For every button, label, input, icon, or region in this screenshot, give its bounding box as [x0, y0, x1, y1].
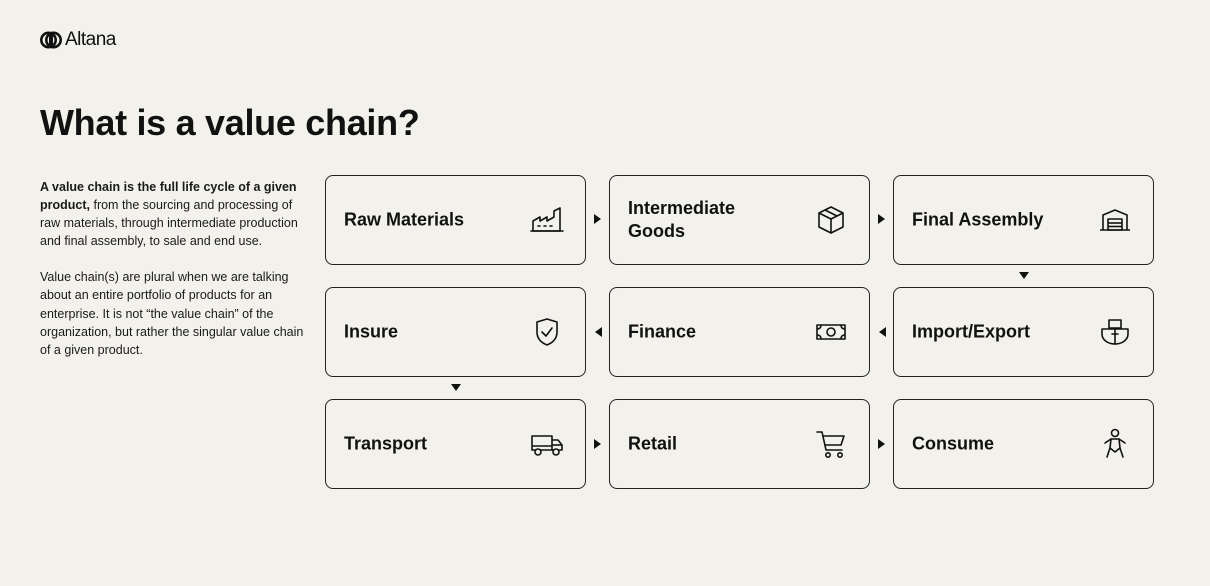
description-paragraph-1: A value chain is the full life cycle of … [40, 178, 305, 250]
step-label: Transport [344, 433, 428, 454]
person-icon [1097, 426, 1133, 462]
flow-arrow-left [879, 327, 886, 337]
step-label: Raw Materials [344, 209, 465, 230]
page-title: What is a value chain? [40, 102, 420, 143]
step-card-transport: Transport [325, 399, 586, 489]
ship-icon [1097, 314, 1133, 350]
step-card-final-assembly: Final Assembly [893, 175, 1154, 265]
altana-logo-icon [40, 31, 62, 49]
step-card-intermediate-goods: Intermediate Goods [609, 175, 870, 265]
step-card-retail: Retail [609, 399, 870, 489]
warehouse-icon [1097, 202, 1133, 238]
step-card-insure: Insure [325, 287, 586, 377]
flow-arrow-right [594, 214, 601, 224]
flow-arrow-right [878, 214, 885, 224]
step-label: Import/Export [912, 321, 1031, 342]
step-label: Consume [912, 433, 995, 454]
step-card-import-export: Import/Export [893, 287, 1154, 377]
flow-arrow-right [594, 439, 601, 449]
step-label: Intermediate Goods [628, 198, 736, 241]
description: A value chain is the full life cycle of … [40, 178, 305, 359]
description-paragraph-2: Value chain(s) are plural when we are ta… [40, 270, 304, 357]
brand-name: Altana [65, 29, 116, 50]
brand-logo: Altana [40, 29, 116, 51]
flow-arrow-down [451, 384, 461, 391]
step-card-finance: Finance [609, 287, 870, 377]
flow-arrow-down [1019, 272, 1029, 279]
step-card-consume: Consume [893, 399, 1154, 489]
step-label: Final Assembly [912, 209, 1044, 230]
factory-icon [529, 202, 565, 238]
step-label: Finance [628, 321, 697, 342]
flow-arrow-left [595, 327, 602, 337]
box-icon [813, 202, 849, 238]
shield-check-icon [529, 314, 565, 350]
step-label: Retail [628, 433, 678, 454]
step-card-raw-materials: Raw Materials [325, 175, 586, 265]
truck-icon [529, 426, 565, 462]
banknote-icon [813, 314, 849, 350]
shopping-cart-icon [813, 426, 849, 462]
flow-arrow-right [878, 439, 885, 449]
step-label: Insure [344, 321, 399, 342]
